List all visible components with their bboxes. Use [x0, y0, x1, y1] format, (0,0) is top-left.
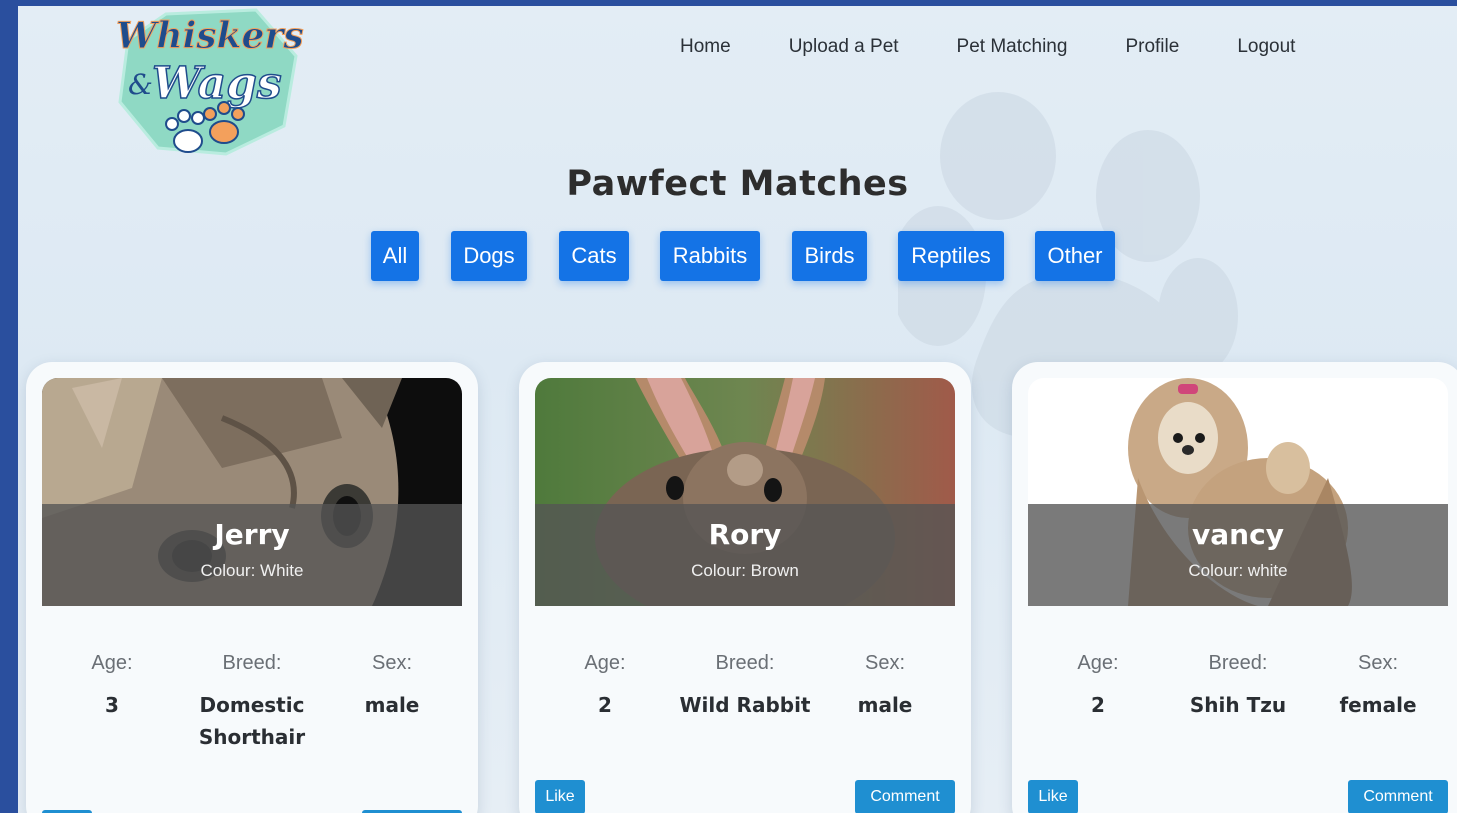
pet-age: Age: 2: [1028, 652, 1168, 721]
comment-button[interactable]: Comment: [855, 780, 955, 813]
age-label: Age:: [584, 652, 626, 674]
breed-value: Wild Rabbit: [679, 693, 811, 717]
pet-breed: Breed: Domestic Shorthair: [182, 652, 322, 753]
nav-pet-matching[interactable]: Pet Matching: [957, 36, 1068, 58]
breed-value: Shih Tzu: [1189, 693, 1287, 717]
whiskers-wags-logo[interactable]: Whiskers & Wags: [106, 6, 306, 156]
filter-all-button[interactable]: All: [371, 231, 419, 281]
filter-dogs-button[interactable]: Dogs: [451, 231, 527, 281]
pet-breed: Breed: Wild Rabbit: [675, 652, 815, 721]
svg-text:&: &: [128, 68, 153, 101]
breed-label: Breed:: [1208, 652, 1268, 674]
filter-birds-button[interactable]: Birds: [792, 231, 867, 281]
age-label: Age:: [1077, 652, 1119, 674]
pet-sex: Sex: female: [1308, 652, 1448, 721]
page-title: Pawfect Matches: [566, 164, 909, 204]
pet-photo: vancy Colour: white: [1028, 378, 1448, 606]
nav-upload-pet[interactable]: Upload a Pet: [789, 36, 899, 58]
sex-value: male: [857, 693, 913, 717]
pet-photo: Jerry Colour: White: [42, 378, 462, 606]
breed-label: Breed:: [715, 652, 775, 674]
sex-value: male: [364, 693, 420, 717]
breed-value: Domestic Shorthair: [198, 693, 306, 749]
pet-photo: Rory Colour: Brown: [535, 378, 955, 606]
like-button[interactable]: Like: [1028, 780, 1078, 813]
pet-name: Jerry: [214, 518, 290, 551]
pet-breed: Breed: Shih Tzu: [1168, 652, 1308, 721]
comment-button[interactable]: Comment: [1348, 780, 1448, 813]
sex-label: Sex:: [371, 652, 413, 674]
pet-colour: Colour: Brown: [691, 561, 799, 580]
pet-sex: Sex: male: [815, 652, 955, 721]
pet-stats: Age: 2 Breed: Wild Rabbit Sex: male: [535, 652, 955, 721]
pet-age: Age: 3: [42, 652, 182, 753]
pet-card[interactable]: Jerry Colour: White Age: 3 Breed: Domest…: [26, 362, 478, 813]
pet-age: Age: 2: [535, 652, 675, 721]
nav-home[interactable]: Home: [680, 36, 731, 58]
pet-colour: Colour: White: [200, 561, 304, 580]
nav-profile[interactable]: Profile: [1125, 36, 1179, 58]
sex-label: Sex:: [864, 652, 906, 674]
main-nav: Home Upload a Pet Pet Matching Profile L…: [680, 36, 1353, 58]
pet-overlay: Jerry Colour: White: [42, 504, 462, 606]
pet-card[interactable]: vancy Colour: white Age: 2 Breed: Shih T…: [1012, 362, 1457, 813]
svg-text:Whiskers: Whiskers: [116, 15, 304, 57]
pet-colour: Colour: white: [1188, 561, 1288, 580]
filter-cats-button[interactable]: Cats: [559, 231, 629, 281]
pet-overlay: Rory Colour: Brown: [535, 504, 955, 606]
filter-other-button[interactable]: Other: [1035, 231, 1115, 281]
sex-value: female: [1339, 693, 1417, 717]
sex-label: Sex:: [1357, 652, 1399, 674]
pet-card[interactable]: Rory Colour: Brown Age: 2 Breed: Wild Ra…: [519, 362, 971, 813]
svg-text:Wags: Wags: [152, 58, 282, 109]
pet-overlay: vancy Colour: white: [1028, 504, 1448, 606]
pet-stats: Age: 2 Breed: Shih Tzu Sex: female: [1028, 652, 1448, 721]
nav-logout[interactable]: Logout: [1237, 36, 1295, 58]
app-frame: Whiskers & Wags Home Upload a Pet Pet Ma…: [18, 6, 1457, 813]
breed-label: Breed:: [222, 652, 282, 674]
like-button[interactable]: Like: [535, 780, 585, 813]
pet-name: vancy: [1192, 518, 1284, 551]
age-value: 3: [105, 693, 119, 717]
pet-name: Rory: [708, 518, 782, 551]
pet-stats: Age: 3 Breed: Domestic Shorthair Sex: ma…: [42, 652, 462, 753]
age-value: 2: [598, 693, 612, 717]
age-label: Age:: [91, 652, 133, 674]
filter-reptiles-button[interactable]: Reptiles: [898, 231, 1004, 281]
filter-rabbits-button[interactable]: Rabbits: [660, 231, 760, 281]
pet-sex: Sex: male: [322, 652, 462, 753]
category-filters: All Dogs Cats Rabbits Birds Reptiles Oth…: [18, 231, 1457, 283]
age-value: 2: [1091, 693, 1105, 717]
